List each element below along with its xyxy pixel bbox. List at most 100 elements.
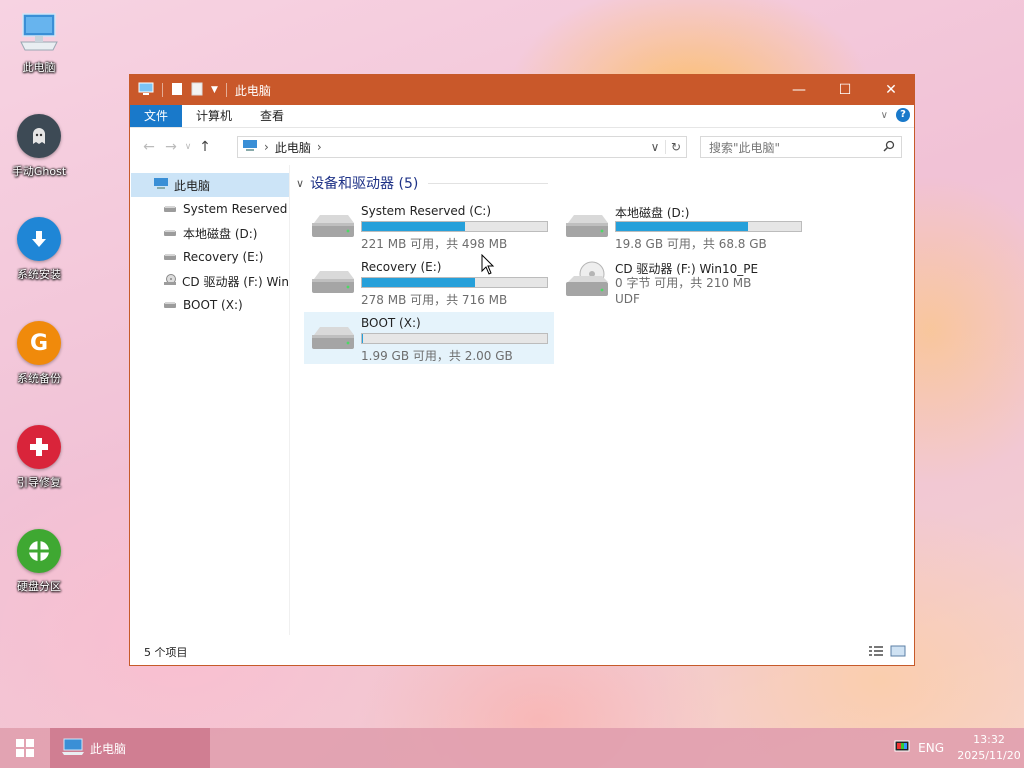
recent-locations-icon[interactable]: ∨ <box>182 142 194 152</box>
desktop-icon-disk-partition[interactable]: 硬盘分区 <box>4 529 74 594</box>
refresh-icon[interactable]: ↻ <box>665 140 686 154</box>
drive-tile-x[interactable]: BOOT (X:) 1.99 GB 可用，共 2.00 GB <box>304 312 554 364</box>
plus-repair-icon <box>17 425 61 469</box>
this-pc-icon <box>242 139 258 155</box>
desktop-icon-boot-repair[interactable]: 引导修复 <box>4 425 74 490</box>
clock-time: 13:32 <box>973 733 1005 746</box>
nav-item-recovery-e[interactable]: Recovery (E:) <box>130 245 289 269</box>
explorer-window: ▼ 此电脑 — ☐ ✕ 文件 计算机 查看 ∨ ? ← → ∨ ↑ › 此电脑 … <box>129 74 915 666</box>
drive-icon <box>162 202 178 216</box>
tab-file[interactable]: 文件 <box>130 105 183 127</box>
g-backup-icon: G <box>17 321 61 365</box>
close-button[interactable]: ✕ <box>868 75 914 105</box>
tab-computer[interactable]: 计算机 <box>182 105 246 127</box>
this-pc-icon <box>62 738 84 759</box>
this-pc-icon <box>17 10 61 54</box>
minimize-button[interactable]: — <box>776 75 822 105</box>
forward-arrow-icon[interactable]: → <box>160 139 182 155</box>
chevron-right-icon[interactable]: › <box>264 140 269 154</box>
drive-icon <box>162 250 178 264</box>
mouse-cursor <box>481 253 495 279</box>
drive-tile-c[interactable]: System Reserved (C:) 221 MB 可用，共 498 MB <box>304 200 554 252</box>
capacity-bar-fill <box>362 222 465 231</box>
desktop-icon-this-pc[interactable]: 此电脑 <box>4 10 74 75</box>
new-folder-icon[interactable] <box>191 82 203 99</box>
display-settings-icon[interactable] <box>894 740 910 757</box>
navigation-pane: 此电脑 System Reserved 本地磁盘 (D:) Recovery (… <box>130 165 290 635</box>
desktop-icon-system-install[interactable]: 系统安装 <box>4 217 74 282</box>
capacity-bar <box>361 277 548 288</box>
nav-item-cd-drive-f[interactable]: CD 驱动器 (F:) Win <box>130 269 289 293</box>
details-view-icon[interactable] <box>868 645 884 660</box>
clock-date: 2025/11/20 <box>957 749 1021 762</box>
drive-name: System Reserved (C:) <box>361 204 492 218</box>
address-bar[interactable]: › 此电脑 › ∨ ↻ <box>237 136 687 158</box>
desktop-icon-label: 硬盘分区 <box>17 580 61 593</box>
drive-name: Recovery (E:) <box>361 260 442 274</box>
drive-tile-f[interactable]: CD 驱动器 (F:) Win10_PE 0 字节 可用，共 210 MB UD… <box>558 256 808 308</box>
drive-space-info: 0 字节 可用，共 210 MB <box>615 276 752 290</box>
input-language[interactable]: ENG <box>918 741 944 755</box>
taskbar-app-this-pc[interactable]: 此电脑 <box>50 728 210 768</box>
maximize-button[interactable]: ☐ <box>822 75 868 105</box>
desktop-icon-manual-ghost[interactable]: 手动Ghost <box>4 114 74 179</box>
hard-drive-icon <box>310 325 356 354</box>
chevron-right-icon[interactable]: › <box>317 140 322 154</box>
desktop-icon-label: 此电脑 <box>22 61 56 74</box>
drive-icon <box>162 226 178 240</box>
window-title: 此电脑 <box>234 83 271 98</box>
drive-space-info: 19.8 GB 可用，共 68.8 GB <box>615 237 767 251</box>
desktop-icon-label: 系统备份 <box>17 372 61 385</box>
nav-item-label: Recovery (E:) <box>183 250 264 264</box>
large-icons-view-icon[interactable] <box>890 645 906 660</box>
drive-filesystem: UDF <box>615 292 640 306</box>
cd-drive-icon <box>162 273 177 289</box>
group-header[interactable]: ∨ 设备和驱动器 (5) <box>296 173 549 193</box>
tab-view[interactable]: 查看 <box>246 105 298 127</box>
nav-item-local-disk-d[interactable]: 本地磁盘 (D:) <box>130 221 289 245</box>
content-pane: ∨ 设备和驱动器 (5) System Reserved (C:) 221 MB… <box>290 165 914 635</box>
this-pc-icon <box>138 82 154 99</box>
capacity-bar <box>361 333 548 344</box>
up-arrow-icon[interactable]: ↑ <box>194 139 216 155</box>
properties-icon[interactable] <box>171 82 183 99</box>
drive-name: 本地磁盘 (D:) <box>615 206 690 220</box>
help-icon[interactable]: ? <box>896 108 910 122</box>
desktop-icon-system-backup[interactable]: G 系统备份 <box>4 321 74 386</box>
search-icon <box>883 140 895 155</box>
ribbon-tabs: 文件 计算机 查看 ∨ ? <box>130 105 914 128</box>
nav-item-boot-x[interactable]: BOOT (X:) <box>130 293 289 317</box>
title-bar[interactable]: ▼ 此电脑 — ☐ ✕ <box>130 75 914 105</box>
drive-tile-d[interactable]: 本地磁盘 (D:) 19.8 GB 可用，共 68.8 GB <box>558 200 808 252</box>
back-arrow-icon[interactable]: ← <box>138 139 160 155</box>
ghost-icon <box>17 114 61 158</box>
hard-drive-icon <box>310 213 356 242</box>
drive-icon <box>162 298 178 312</box>
group-header-label: 设备和驱动器 (5) <box>310 176 419 192</box>
drive-space-info: 221 MB 可用，共 498 MB <box>361 237 508 251</box>
drive-space-info: 1.99 GB 可用，共 2.00 GB <box>361 349 513 363</box>
address-dropdown-icon[interactable]: ∨ <box>645 140 665 154</box>
drive-tile-e[interactable]: Recovery (E:) 278 MB 可用，共 716 MB <box>304 256 554 308</box>
nav-item-label: System Reserved <box>183 202 288 216</box>
expand-ribbon-icon[interactable]: ∨ <box>881 110 888 121</box>
clock[interactable]: 13:32 2025/11/20 <box>954 732 1024 764</box>
breadcrumb-this-pc[interactable]: 此电脑 <box>275 139 311 156</box>
search-input[interactable]: 搜索"此电脑" <box>700 136 902 158</box>
search-placeholder: 搜索"此电脑" <box>709 140 781 155</box>
download-arrow-icon <box>17 217 61 261</box>
start-button[interactable] <box>0 728 50 768</box>
capacity-bar-fill <box>362 278 476 287</box>
chevron-down-icon[interactable]: ∨ <box>296 177 304 190</box>
capacity-bar-fill <box>616 222 748 231</box>
desktop-icon-label: 手动Ghost <box>11 165 67 178</box>
this-pc-icon <box>153 177 169 193</box>
capacity-bar-fill <box>362 334 363 343</box>
drive-name: BOOT (X:) <box>361 316 421 330</box>
navigation-bar: ← → ∨ ↑ › 此电脑 › ∨ ↻ 搜索"此电脑" <box>130 128 914 166</box>
nav-item-system-reserved[interactable]: System Reserved <box>130 197 289 221</box>
hard-drive-icon <box>310 269 356 298</box>
nav-item-this-pc[interactable]: 此电脑 <box>131 173 289 197</box>
nav-item-label: CD 驱动器 (F:) Win <box>182 274 289 289</box>
quick-access-dropdown-icon[interactable]: ▼ <box>211 85 218 95</box>
